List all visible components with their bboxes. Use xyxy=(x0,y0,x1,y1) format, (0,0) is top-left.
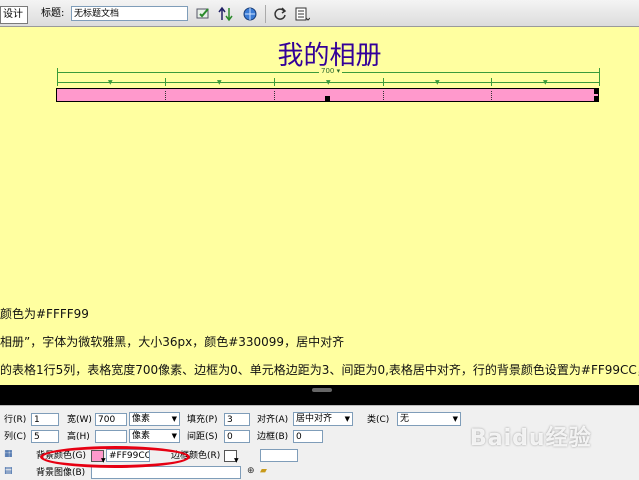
border-input[interactable]: 0 xyxy=(293,430,323,443)
height-label: 高(H) xyxy=(67,432,90,442)
table-cell-divider xyxy=(383,91,384,100)
table-resize-handle[interactable] xyxy=(594,89,599,94)
padding-label: 填充(P) xyxy=(187,415,218,425)
table-width-label[interactable]: 700 ▾ xyxy=(319,67,343,76)
view-options-icon[interactable] xyxy=(294,6,311,22)
document-toolbar: 设计 标题: 无标题文档 xyxy=(0,0,639,27)
chevron-down-icon: ▼ xyxy=(171,415,177,423)
align-select[interactable]: 居中对齐 ▼ xyxy=(293,412,353,426)
chevron-down-icon: ▼ xyxy=(344,415,350,423)
border-label: 边框(B) xyxy=(257,432,289,442)
cols-input[interactable]: 5 xyxy=(31,430,59,443)
title-input[interactable]: 无标题文档 xyxy=(71,6,188,21)
rows-input[interactable]: 1 xyxy=(31,413,59,426)
folder-icon[interactable]: ▰ xyxy=(260,466,267,476)
align-label: 对齐(A) xyxy=(257,415,289,425)
padding-input[interactable]: 3 xyxy=(224,413,250,426)
rows-label: 行(R) xyxy=(4,415,27,425)
column-header-menu-icon[interactable]: ▼ xyxy=(326,80,331,86)
height-input[interactable] xyxy=(95,430,127,443)
baidu-watermark: Baidu经验 xyxy=(470,426,592,451)
spacing-label: 间距(S) xyxy=(187,432,218,442)
point-to-file-icon[interactable]: ⊕ xyxy=(247,466,255,476)
chevron-down-icon: ▼ xyxy=(234,457,239,464)
table-resize-handle[interactable] xyxy=(594,96,599,101)
refresh-icon[interactable] xyxy=(272,6,288,22)
table-props-icon: ▦ xyxy=(4,449,13,459)
design-canvas[interactable]: 我的相册 700 ▾ ▼ ▼ ▼ ▼ ▼ 颜色为#FFFF99 相册”，字体为微… xyxy=(0,27,639,385)
toolbar-separator xyxy=(265,5,266,23)
column-header-menu-icon[interactable]: ▼ xyxy=(108,80,113,86)
panel-splitter[interactable] xyxy=(0,385,639,405)
chevron-down-icon: ▼ xyxy=(171,432,177,440)
bgimage-label: 背景图像(B) xyxy=(36,468,86,478)
width-input[interactable]: 700 xyxy=(95,413,127,426)
title-label: 标题: xyxy=(41,8,65,19)
width-unit-select[interactable]: 像素 ▼ xyxy=(129,412,180,426)
column-header-menu-icon[interactable]: ▼ xyxy=(435,80,440,86)
album-table[interactable] xyxy=(56,88,599,102)
browser-check-icon[interactable] xyxy=(196,6,212,22)
bordercolor-input[interactable] xyxy=(260,449,298,462)
column-header-menu-icon[interactable]: ▼ xyxy=(217,80,222,86)
design-view-button[interactable]: 设计 xyxy=(0,6,28,24)
instruction-line-2: 相册”，字体为微软雅黑，大小36px，颜色#330099，居中对齐 xyxy=(0,335,345,349)
column-header-menu-icon[interactable]: ▼ xyxy=(543,80,548,86)
instruction-line-1: 颜色为#FFFF99 xyxy=(0,307,89,321)
file-management-icon[interactable] xyxy=(218,6,234,22)
table-cell-divider xyxy=(274,91,275,100)
table-width-ruler: 700 ▾ xyxy=(57,67,600,78)
class-label: 类(C) xyxy=(367,415,390,425)
spacing-input[interactable]: 0 xyxy=(224,430,250,443)
cols-label: 列(C) xyxy=(4,432,27,442)
table-cell-divider xyxy=(165,91,166,100)
table-cell-divider xyxy=(491,91,492,100)
splitter-grip[interactable] xyxy=(312,388,332,392)
class-select[interactable]: 无 ▼ xyxy=(397,412,461,426)
column-width-ruler: ▼ ▼ ▼ ▼ ▼ xyxy=(57,78,600,88)
chevron-down-icon: ▼ xyxy=(452,415,458,423)
highlight-annotation xyxy=(40,446,190,468)
preview-in-browser-icon[interactable] xyxy=(242,6,258,22)
instruction-line-3: 的表格1行5列，表格宽度700像素、边框为0、单元格边距为3、间距为0,表格居中… xyxy=(0,363,639,377)
cell-props-icon: ▤ xyxy=(4,466,13,476)
height-unit-select[interactable]: 像素 ▼ xyxy=(129,429,180,443)
width-label: 宽(W) xyxy=(67,415,92,425)
table-resize-handle[interactable] xyxy=(325,96,330,101)
